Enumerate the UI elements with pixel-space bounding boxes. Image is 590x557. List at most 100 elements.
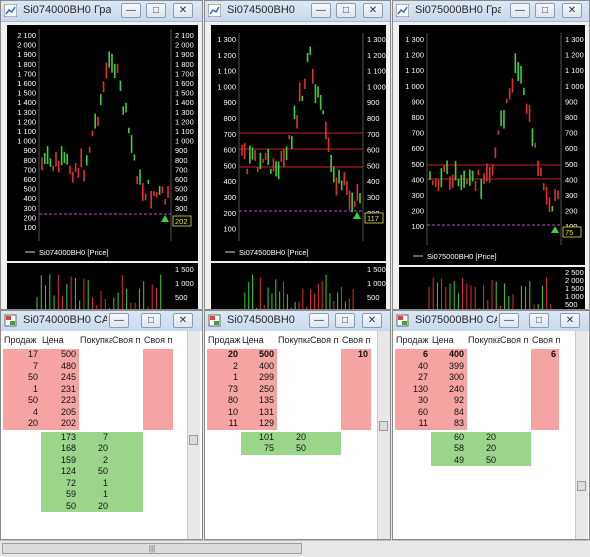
- column-header[interactable]: Своя п: [112, 335, 144, 345]
- ask-price-cell[interactable]: 500: [241, 349, 277, 361]
- bid-price-cell[interactable]: 58: [431, 443, 467, 455]
- ask-volume-cell[interactable]: 80: [207, 395, 241, 407]
- bid-volume-cell[interactable]: 20: [467, 431, 499, 443]
- empty-cell[interactable]: [111, 418, 143, 430]
- empty-cell[interactable]: [277, 395, 309, 407]
- own-sell-cell[interactable]: [143, 406, 173, 418]
- bid-price-cell[interactable]: 159: [41, 454, 79, 466]
- own-sell-cell[interactable]: [531, 406, 559, 418]
- empty-cell[interactable]: [79, 384, 111, 396]
- own-sell-cell[interactable]: [341, 395, 371, 407]
- column-header[interactable]: Своя п: [144, 335, 174, 345]
- bid-row[interactable]: 60 20: [393, 431, 589, 443]
- own-sell-cell[interactable]: [143, 349, 173, 361]
- bid-price-cell[interactable]: 124: [41, 466, 79, 478]
- ask-row[interactable]: 50 223: [1, 395, 202, 407]
- ask-volume-cell[interactable]: 60: [395, 406, 431, 418]
- order-book-3[interactable]: Продаж Цена Покупка Своя п Своя п 6 400 6 40 399 2…: [393, 331, 589, 539]
- empty-cell[interactable]: [79, 418, 111, 430]
- own-sell-cell[interactable]: [531, 372, 559, 384]
- bid-volume-cell[interactable]: 20: [79, 443, 111, 455]
- volume-chart-2[interactable]: 1 500 1 000 500: [211, 263, 386, 309]
- ask-price-cell[interactable]: 245: [41, 372, 79, 384]
- ask-price-cell[interactable]: 223: [41, 395, 79, 407]
- scroll-thumb[interactable]: [577, 481, 586, 491]
- ladder-window-1[interactable]: Si074000BH0 CA — □ ✕ Продаж Цена Покупка Св…: [0, 310, 203, 540]
- ask-row[interactable]: 27 300: [393, 372, 589, 384]
- empty-cell[interactable]: [467, 384, 499, 396]
- empty-cell[interactable]: [309, 395, 341, 407]
- close-button[interactable]: ✕: [173, 313, 193, 328]
- chart-window-3[interactable]: Si075000BH0 Гра — □ ✕ 1 300 1 200 1 100 1 0…: [392, 0, 590, 310]
- volume-chart-3[interactable]: 2 500 2 000 1 500 1 000 500: [399, 267, 585, 309]
- ask-row[interactable]: 80 135: [205, 395, 390, 407]
- empty-cell[interactable]: [111, 361, 143, 373]
- maximize-button[interactable]: □: [146, 3, 166, 18]
- ask-volume-cell[interactable]: 6: [395, 349, 431, 361]
- bid-row[interactable]: 101 20: [205, 431, 390, 444]
- own-sell-cell[interactable]: [531, 395, 559, 407]
- price-chart-3[interactable]: 1 300 1 200 1 100 1 000 900 800 700 600 500 400 30…: [399, 25, 585, 265]
- own-sell-cell[interactable]: [531, 360, 559, 372]
- ask-volume-cell[interactable]: 20: [3, 418, 41, 430]
- bid-price-cell[interactable]: 168: [41, 443, 79, 455]
- empty-cell[interactable]: [3, 455, 41, 467]
- workspace-horizontal-scrollbar[interactable]: |||: [0, 540, 590, 557]
- own-sell-cell[interactable]: [341, 360, 371, 372]
- empty-cell[interactable]: [277, 384, 309, 396]
- empty-cell[interactable]: [79, 361, 111, 373]
- maximize-button[interactable]: □: [529, 313, 549, 328]
- empty-cell[interactable]: [277, 407, 309, 419]
- own-buy-cell[interactable]: [111, 443, 143, 455]
- ladder-window-2[interactable]: Si074500BH0 — □ ✕ Продаж Цена Покупка Своя …: [204, 310, 391, 540]
- bid-price-cell[interactable]: 59: [41, 489, 79, 501]
- bid-volume-cell[interactable]: 1: [79, 477, 111, 489]
- close-button[interactable]: ✕: [560, 313, 580, 328]
- bid-volume-cell[interactable]: 50: [79, 466, 111, 478]
- ask-price-cell[interactable]: 83: [431, 418, 467, 430]
- bid-volume-cell[interactable]: 20: [277, 431, 309, 443]
- ladder-window-3[interactable]: Si075000BH0 CA — □ ✕ Продаж Цена Покупка Св…: [392, 310, 590, 540]
- close-button[interactable]: ✕: [562, 3, 582, 18]
- close-button[interactable]: ✕: [173, 3, 193, 18]
- own-sell-cell[interactable]: [143, 360, 173, 372]
- empty-cell[interactable]: [309, 407, 341, 419]
- empty-cell[interactable]: [111, 407, 143, 419]
- empty-cell[interactable]: [467, 372, 499, 384]
- bid-row[interactable]: 124 50: [1, 466, 202, 478]
- ask-volume-cell[interactable]: 27: [395, 372, 431, 384]
- empty-cell[interactable]: [395, 455, 431, 467]
- column-header[interactable]: Своя п: [310, 335, 342, 345]
- empty-cell[interactable]: [341, 432, 371, 444]
- own-sell-cell[interactable]: [143, 418, 173, 430]
- bid-row[interactable]: 58 20: [393, 443, 589, 455]
- bid-price-cell[interactable]: 49: [431, 454, 467, 466]
- volume-chart-1[interactable]: 1 500 1 000 500: [7, 263, 198, 309]
- column-header[interactable]: Своя п: [342, 335, 372, 345]
- ask-price-cell[interactable]: 480: [41, 360, 79, 372]
- ask-volume-cell[interactable]: 4: [3, 406, 41, 418]
- bid-row[interactable]: 50 20: [1, 500, 202, 512]
- empty-cell[interactable]: [3, 478, 41, 490]
- empty-cell[interactable]: [467, 418, 499, 430]
- ask-row[interactable]: 11 83: [393, 418, 589, 430]
- ask-row[interactable]: 4 205: [1, 406, 202, 419]
- bid-volume-cell[interactable]: 20: [467, 443, 499, 455]
- own-buy-cell[interactable]: [111, 489, 143, 501]
- bid-volume-cell[interactable]: 7: [79, 431, 111, 443]
- minimize-button[interactable]: —: [510, 3, 530, 18]
- own-sell-cell[interactable]: [531, 418, 559, 430]
- ask-row[interactable]: 50 245: [1, 372, 202, 384]
- bid-price-cell[interactable]: 50: [41, 500, 79, 512]
- own-buy-cell[interactable]: [499, 454, 531, 466]
- bid-price-cell[interactable]: 72: [41, 477, 79, 489]
- bid-price-cell[interactable]: 75: [241, 443, 277, 455]
- own-buy-cell[interactable]: [111, 431, 143, 443]
- close-button[interactable]: ✕: [363, 3, 383, 18]
- ask-row[interactable]: 7 480: [1, 360, 202, 373]
- ask-price-cell[interactable]: 300: [431, 372, 467, 384]
- empty-cell[interactable]: [143, 478, 173, 490]
- chart-window-1[interactable]: Si074000BH0 Гра — □ ✕ 2 100 2 000 1 900 1 8…: [0, 0, 203, 310]
- ask-price-cell[interactable]: 205: [41, 406, 79, 418]
- column-header[interactable]: Продаж: [396, 335, 432, 345]
